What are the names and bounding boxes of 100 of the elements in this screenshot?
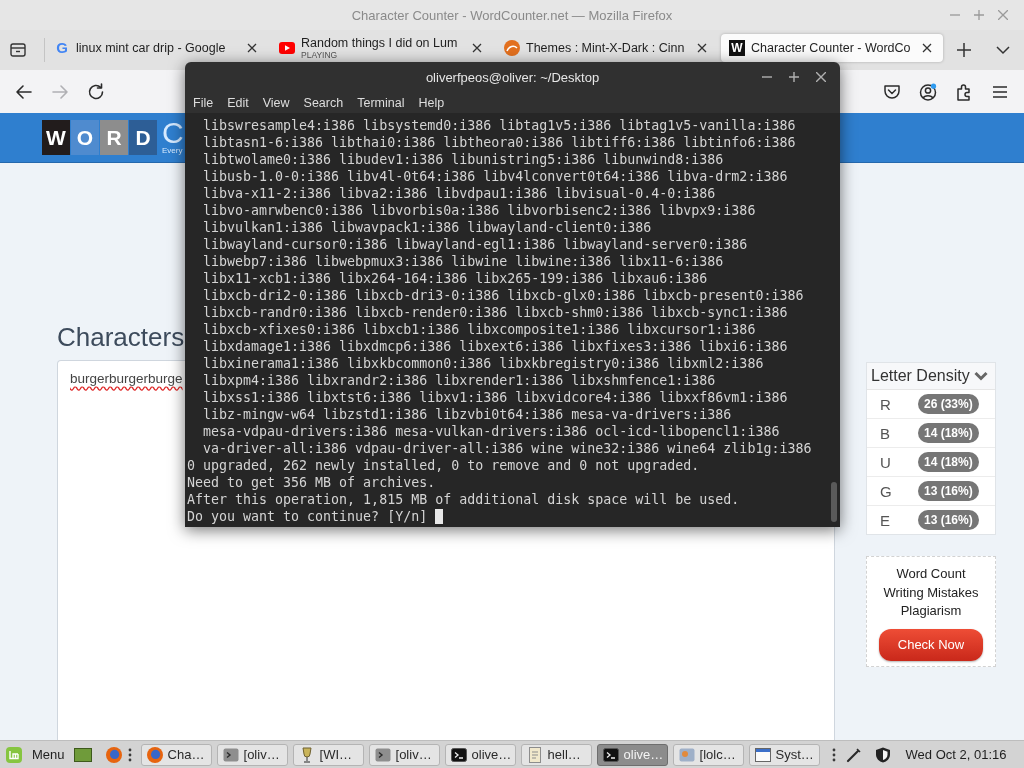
chevron-down-icon[interactable] bbox=[973, 371, 988, 381]
terminal-icon bbox=[450, 746, 467, 763]
logo-text: C bbox=[162, 120, 184, 146]
window-button[interactable]: Cha… bbox=[140, 743, 212, 766]
density-letter: G bbox=[880, 482, 893, 500]
terminal-line: mesa-vdpau-drivers:i386 mesa-vulkan-drivers:i386 ocl-icd-libopencl1:i386 bbox=[202, 423, 780, 440]
menu-item[interactable]: File bbox=[186, 95, 221, 110]
density-letter: B bbox=[880, 424, 891, 442]
logo-tile: R bbox=[100, 120, 128, 155]
density-letter: U bbox=[880, 453, 892, 471]
window-title: oliverfpeos@oliver: ~/Desktop bbox=[425, 69, 600, 85]
terminal-line: libvulkan1:i386 libwavpack1:i386 libwayland-client0:i386 bbox=[202, 219, 652, 236]
terminal-line: libxcb-randr0:i386 libxcb-render0:i386 libxcb-shm0:i386 libxcb-sync1:i386 bbox=[202, 304, 788, 321]
plus-icon[interactable] bbox=[957, 43, 971, 57]
account-icon[interactable] bbox=[919, 82, 937, 101]
terminal-line: libswresample4:i386 libsystemd0:i386 libtag1v5:i386 libtag1v5-vanilla:i386 bbox=[202, 117, 796, 134]
terminal-line: libvo-amrwbenc0:i386 libvorbis0a:i386 libvorbisenc2:i386 libvpx9:i386 bbox=[202, 202, 756, 219]
logo-tile: D bbox=[129, 120, 157, 155]
back-arrow-icon[interactable] bbox=[15, 82, 33, 101]
promo-line: Word Count bbox=[896, 565, 966, 583]
logo-tagline: Every bbox=[162, 146, 184, 155]
terminal-line: libtwolame0:i386 libudev1:i386 libunistring5:i386 libunwind8:i386 bbox=[202, 151, 724, 168]
menu-item[interactable]: Terminal bbox=[350, 95, 412, 110]
check-now-button[interactable]: Check Now bbox=[879, 628, 983, 661]
logo-tile: W bbox=[42, 120, 70, 155]
promo-line: Plagiarism bbox=[900, 602, 962, 620]
menu-button[interactable]: Menu bbox=[0, 741, 71, 768]
workspace-icon[interactable] bbox=[73, 747, 92, 762]
window-button[interactable]: [oliv… bbox=[216, 743, 288, 766]
terminal-line: libwayland-cursor0:i386 libwayland-egl1:i386 libwayland-server0:i386 bbox=[202, 236, 748, 253]
typed-text: burgerburgerburge bbox=[70, 371, 183, 386]
terminal-line: libxss1:i386 libxtst6:i386 libxv1:i386 libxvidcore4:i386 libxxf86vm1:i386 bbox=[202, 389, 788, 406]
terminal-line: 0 upgraded, 262 newly installed, 0 to remove and 0 not upgraded. bbox=[187, 457, 700, 474]
close-icon[interactable] bbox=[816, 72, 826, 82]
window-button[interactable]: olive… bbox=[444, 743, 516, 766]
terminal-line: libxcb-xfixes0:i386 libxcb1:i386 libxcomposite1:i386 libxcursor1:i386 bbox=[202, 321, 756, 338]
box-icon[interactable] bbox=[10, 42, 26, 58]
menu-item[interactable]: Edit bbox=[220, 95, 256, 110]
count-badge: 13 (16%) bbox=[918, 481, 979, 501]
terminal-line: libusb-1.0-0:i386 libv4l-0t64:i386 libv4lconvert0t64:i386 libva-drm2:i386 bbox=[202, 168, 788, 185]
terminal-line: Need to get 356 MB of archives. bbox=[187, 474, 436, 491]
page-heading: Characters bbox=[57, 321, 185, 354]
clock[interactable]: Wed Oct 2, 01:16 bbox=[905, 747, 1007, 762]
window-title: Character Counter - WordCounter.net — Mozilla Firefox bbox=[351, 7, 673, 23]
count-badge: 14 (18%) bbox=[918, 423, 979, 443]
terminal-line: libxdamage1:i386 libxdmcp6:i386 libxext6:i386 libxfixes3:i386 libxi6:i386 bbox=[202, 338, 788, 355]
browser-tab[interactable]: Themes : Mint-X-Dark : Cinn bbox=[496, 34, 718, 62]
window-button[interactable]: [lolc… bbox=[672, 743, 744, 766]
terminal-line: libz-mingw-w64 libzstd1:i386 libzvbi0t64:i386 mesa-va-drivers:i386 bbox=[202, 406, 732, 423]
leaf-logo-icon bbox=[6, 746, 22, 763]
grip-icon bbox=[127, 747, 132, 762]
swirl-circle-icon bbox=[504, 40, 520, 56]
density-letter: E bbox=[880, 511, 891, 529]
reload-icon[interactable] bbox=[87, 82, 105, 101]
shield-icon[interactable] bbox=[874, 746, 891, 763]
panel-title: Letter Density bbox=[871, 367, 970, 385]
puzzle-icon[interactable] bbox=[955, 82, 973, 101]
count-badge: 13 (16%) bbox=[918, 510, 979, 530]
chevron-down-icon[interactable] bbox=[996, 43, 1010, 57]
browser-tab[interactable]: Random things I did on Lum PLAYING bbox=[271, 34, 493, 62]
pen-icon[interactable] bbox=[845, 746, 862, 763]
picture-icon bbox=[678, 746, 695, 763]
tab-title: Themes : Mint-X-Dark : Cinn bbox=[526, 40, 686, 56]
globe-icon[interactable] bbox=[105, 746, 122, 763]
tab-status: PLAYING bbox=[301, 51, 339, 60]
density-letter: R bbox=[880, 395, 892, 413]
count-badge: 14 (18%) bbox=[918, 452, 979, 472]
terminal-line: libva-x11-2:i386 libva2:i386 libvdpau1:i386 libvisual-0.4-0:i386 bbox=[202, 185, 716, 202]
close-tab-icon[interactable] bbox=[247, 43, 257, 53]
terminal-line: After this operation, 1,815 MB of additional disk space will be used. bbox=[187, 491, 740, 508]
terminal-line: libwebp7:i386 libwebpmux3:i386 libwine libwine:i386 libx11-6:i386 bbox=[202, 253, 724, 270]
globe-icon bbox=[146, 746, 163, 763]
menu-item[interactable]: Help bbox=[411, 95, 452, 110]
menu-item[interactable]: View bbox=[255, 95, 297, 110]
terminal-line: libxcb-dri2-0:i386 libxcb-dri3-0:i386 libxcb-glx0:i386 libxcb-present0:i386 bbox=[202, 287, 804, 304]
play-button-icon bbox=[279, 40, 295, 56]
close-tab-icon[interactable] bbox=[697, 43, 707, 53]
close-tab-icon[interactable] bbox=[922, 43, 932, 53]
window-button[interactable]: hell… bbox=[520, 743, 592, 766]
terminal-line: libtasn1-6:i386 libthai0:i386 libtheora0:i386 libtiff6:i386 libtinfo6:i386 bbox=[202, 134, 796, 151]
terminal-icon bbox=[602, 746, 619, 763]
terminal-icon bbox=[374, 746, 391, 763]
tab-title: linux mint car drip - Google bbox=[76, 40, 227, 56]
terminal-line: libx11-xcb1:i386 libx264-164:i386 libx265-199:i386 libxau6:i386 bbox=[202, 270, 708, 287]
terminal-icon bbox=[222, 746, 239, 763]
terminal-line: Do you want to continue? [Y/n] bbox=[187, 508, 428, 525]
count-badge: 26 (33%) bbox=[918, 394, 979, 414]
menu-item[interactable]: Search bbox=[296, 95, 351, 110]
close-tab-icon[interactable] bbox=[472, 43, 482, 53]
browser-tab[interactable]: G linux mint car drip - Google bbox=[46, 34, 268, 62]
letter-tile-logo: W bbox=[729, 40, 745, 56]
chevron-shield-icon[interactable] bbox=[883, 82, 901, 101]
window-button[interactable]: [WI… bbox=[292, 743, 364, 766]
window-button[interactable]: Syst… bbox=[748, 743, 820, 766]
maximize-icon[interactable] bbox=[789, 72, 799, 82]
terminal-line: libxpm4:i386 libxrandr2:i386 libxrender1:i386 libxshmfence1:i386 bbox=[202, 372, 716, 389]
scrollbar-thumb[interactable] bbox=[831, 482, 837, 522]
browser-tab[interactable]: W Character Counter - WordCo bbox=[721, 34, 943, 62]
letter-logo: G bbox=[55, 40, 69, 56]
window-button[interactable]: [oliv… bbox=[368, 743, 440, 766]
